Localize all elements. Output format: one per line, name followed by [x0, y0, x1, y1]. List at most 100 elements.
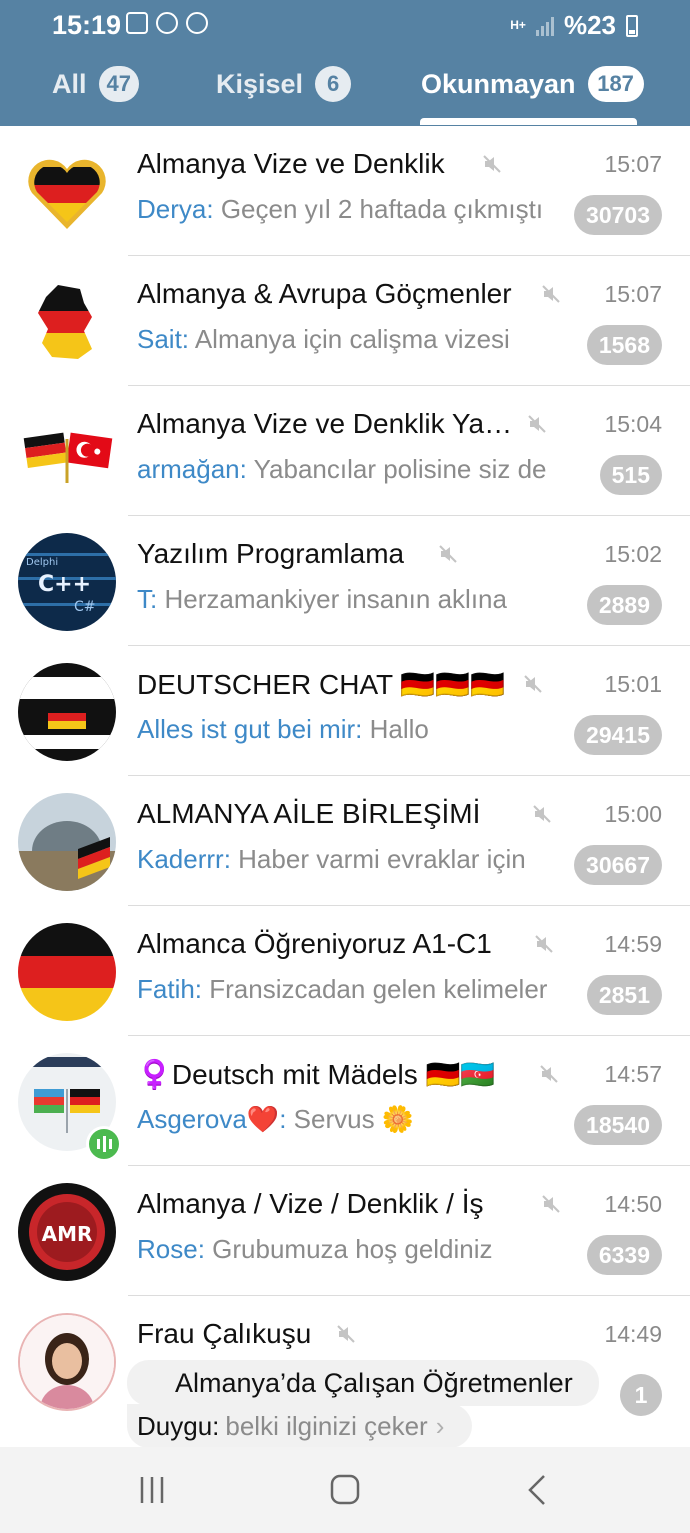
status-bar: 15:19 H+ %23	[0, 0, 690, 50]
chat-preview: Derya: Geçen yıl 2 haftada çıkmıştı	[137, 194, 557, 225]
chat-row[interactable]: Almanya Vize ve Denklik 15:07 Derya: Geç…	[0, 126, 690, 256]
reply-text: Almanya’da Çalışan Öğretmenler	[175, 1368, 573, 1398]
tab-okunmayan-badge: 187	[587, 66, 644, 102]
gallery-icon	[126, 12, 148, 34]
message-text: Fransizcadan gelen kelimeler	[209, 974, 548, 1004]
avatar	[18, 143, 116, 241]
signal-icon	[535, 16, 554, 36]
chevron-right-icon: ›	[435, 1410, 445, 1441]
unread-count: 6339	[586, 1235, 662, 1275]
tab-kisisel-badge: 6	[315, 66, 352, 102]
avatar	[18, 403, 116, 501]
voice-chat-indicator	[86, 1126, 122, 1162]
chat-title: DEUTSCHER CHAT 🇩🇪🇩🇪🇩🇪	[137, 669, 506, 700]
chat-title: Frau Çalıkuşu	[137, 1318, 312, 1349]
chat-time: 15:01	[604, 671, 662, 697]
message-text: Geçen yıl 2 haftada çıkmıştı	[220, 194, 544, 224]
unread-count: 2889	[586, 585, 662, 625]
tab-okunmayan[interactable]: Okunmayan 187	[421, 66, 644, 102]
chat-time: 14:50	[604, 1191, 662, 1217]
status-time: 15:19	[52, 10, 122, 40]
unread-count: 1	[620, 1374, 662, 1416]
chat-row[interactable]: ♀️Deutsch mit Mädels 🇩🇪🇦🇿 14:57 Asgerova…	[0, 1036, 690, 1166]
chat-preview: Kaderrr: Haber varmi evraklar için	[137, 844, 557, 875]
chat-row[interactable]: C++ C# Delphi Yazılım Programlama 15:02 …	[0, 516, 690, 646]
mute-icon	[337, 1325, 355, 1343]
chat-preview: Alles ist gut bei mir: Hallo	[137, 714, 557, 745]
message-text: Servus 🌼	[293, 1104, 415, 1134]
chat-title: Almanya Vize ve Denklik	[137, 148, 445, 179]
tab-kisisel[interactable]: Kişisel 6	[216, 66, 352, 102]
chat-preview: T: Herzamankiyer insanın aklına	[137, 584, 557, 615]
sync-icon	[156, 12, 178, 34]
unread-count: 29415	[574, 715, 662, 755]
message-text: Grubumuza hoş geldiniz	[212, 1234, 493, 1264]
mute-icon	[540, 1065, 558, 1083]
avatar	[18, 923, 116, 1021]
unread-count: 515	[599, 455, 662, 495]
mute-icon	[439, 545, 457, 563]
chat-row[interactable]: Almanca Öğreniyoruz A1-C1 14:59 Fatih: F…	[0, 906, 690, 1036]
chat-row[interactable]: Almanya & Avrupa Göçmenler 15:07 Sait: A…	[0, 256, 690, 386]
mute-icon	[483, 155, 501, 173]
folder-tabs: All 47 Kişisel 6 Okunmayan 187	[0, 62, 690, 126]
battery-icon	[626, 14, 638, 37]
avatar	[18, 273, 116, 371]
mute-icon	[533, 805, 551, 823]
message-text: Yabancılar polisine siz de	[253, 454, 547, 484]
sender-name: Alles ist gut bei mir:	[137, 714, 363, 744]
avatar	[18, 1313, 116, 1411]
sender-name: Asgerova❤️:	[137, 1104, 287, 1134]
chat-time: 14:57	[604, 1061, 662, 1087]
recent-apps-button[interactable]	[132, 1473, 172, 1507]
chat-time: 15:00	[604, 801, 662, 827]
svg-text:C++: C++	[38, 572, 91, 597]
chat-preview: Asgerova❤️: Servus 🌼	[137, 1104, 557, 1135]
chat-row-reply[interactable]: Frau Çalıkuşu 14:49 Almanya’da Çalışan Ö…	[0, 1296, 690, 1456]
app-notification-icon	[186, 12, 208, 34]
mute-icon	[535, 935, 553, 953]
sender-name: Duygu:	[137, 1410, 220, 1441]
chat-time: 14:49	[604, 1321, 662, 1347]
tab-okunmayan-label: Okunmayan	[421, 68, 576, 99]
chat-title: Almanca Öğreniyoruz A1-C1	[137, 928, 492, 959]
tab-kisisel-label: Kişisel	[216, 68, 304, 99]
home-button[interactable]	[325, 1473, 365, 1507]
sender-name: Fatih:	[137, 974, 203, 1004]
chat-row[interactable]: AMR Almanya / Vize / Denklik / İş 14:50 …	[0, 1166, 690, 1296]
chat-title: Almanya / Vize / Denklik / İş	[137, 1188, 484, 1219]
message-text: belki ilginizi çeker	[225, 1410, 428, 1441]
mute-icon	[528, 415, 546, 433]
network-type: H+	[510, 18, 526, 32]
status-right: H+ %23	[510, 10, 638, 41]
message-text: Herzamankiyer insanın aklına	[164, 584, 507, 614]
chat-title: Almanya Vize ve Denklik Yardım	[137, 408, 517, 439]
chat-time: 14:59	[604, 931, 662, 957]
sender-name: Rose:	[137, 1234, 205, 1264]
svg-text:AMR: AMR	[42, 1222, 93, 1246]
chat-time: 15:04	[604, 411, 662, 437]
chat-row[interactable]: ALMANYA AİLE BİRLEŞİMİ 15:00 Kaderrr: Ha…	[0, 776, 690, 906]
back-button[interactable]	[518, 1473, 558, 1507]
chat-title: Almanya & Avrupa Göçmenler	[137, 278, 512, 309]
battery-percent: %23	[563, 10, 616, 40]
chat-row[interactable]: DEUTSCHER CHAT 🇩🇪🇩🇪🇩🇪 15:01 Alles ist gu…	[0, 646, 690, 776]
sender-name: Sait:	[137, 324, 190, 354]
avatar: AMR	[18, 1183, 116, 1281]
chat-row[interactable]: Almanya Vize ve Denklik Yardım 15:04 arm…	[0, 386, 690, 516]
message-text: Hallo	[369, 714, 429, 744]
unread-count: 30703	[574, 195, 662, 235]
mute-icon	[542, 1195, 560, 1213]
chat-time: 15:02	[604, 541, 662, 567]
avatar	[18, 663, 116, 761]
system-nav-bar	[0, 1447, 690, 1533]
notification-icons	[126, 12, 208, 34]
sender-name: Derya:	[137, 194, 214, 224]
tab-all[interactable]: All 47	[52, 66, 139, 102]
sender-name: Kaderrr:	[137, 844, 231, 874]
chat-time: 15:07	[604, 151, 662, 177]
tab-all-badge: 47	[98, 66, 139, 102]
chat-time: 15:07	[604, 281, 662, 307]
chat-preview: Fatih: Fransizcadan gelen kelimeler	[137, 974, 557, 1005]
unread-count: 1568	[586, 325, 662, 365]
